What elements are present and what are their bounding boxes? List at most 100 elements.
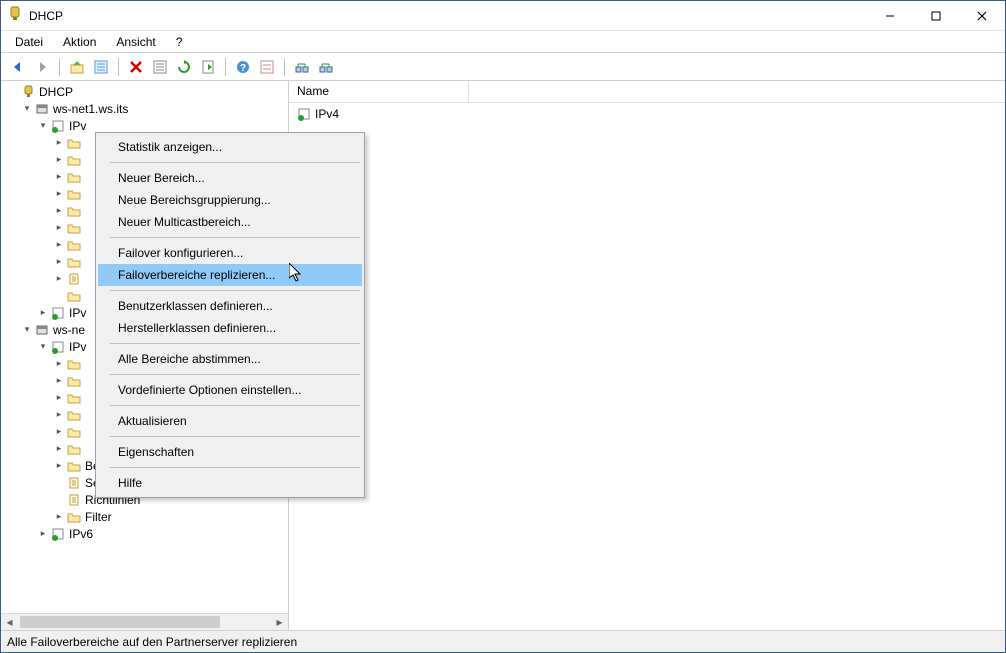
context-menu-separator <box>110 467 360 468</box>
expander-icon[interactable]: ▸ <box>53 256 65 268</box>
expander-icon[interactable]: ▸ <box>53 171 65 183</box>
context-menu-item[interactable]: Vordefinierte Optionen einstellen... <box>98 379 362 401</box>
statusbar: Alle Failoverbereiche auf den Partnerser… <box>1 630 1005 652</box>
menu-datei[interactable]: Datei <box>7 33 51 51</box>
list-button[interactable] <box>149 56 171 78</box>
context-menu-item[interactable]: Neuer Bereich... <box>98 167 362 189</box>
tree-protocol[interactable]: ▸ IPv6 <box>3 525 288 542</box>
back-button[interactable] <box>7 56 29 78</box>
list-header: Name <box>289 81 1005 103</box>
menu-aktion[interactable]: Aktion <box>55 33 104 51</box>
menu-help[interactable]: ? <box>168 33 191 51</box>
tree-item[interactable]: ▸ Filter <box>3 508 288 525</box>
expander-icon[interactable]: ▸ <box>53 426 65 438</box>
scroll-thumb[interactable] <box>20 616 220 628</box>
delete-button[interactable] <box>125 56 147 78</box>
expander-icon <box>53 290 65 302</box>
context-menu-item[interactable]: Aktualisieren <box>98 410 362 432</box>
context-menu-item[interactable]: Neue Bereichsgruppierung... <box>98 189 362 211</box>
menu-ansicht[interactable]: Ansicht <box>108 33 163 51</box>
expander-icon[interactable]: ▸ <box>37 528 49 540</box>
ipv4-icon <box>297 107 311 121</box>
options-button[interactable] <box>256 56 278 78</box>
expander-icon[interactable]: ▸ <box>53 460 65 472</box>
context-menu-item[interactable]: Statistik anzeigen... <box>98 136 362 158</box>
tree-hscrollbar[interactable]: ◂ ▸ <box>1 613 288 630</box>
window: DHCP Datei Aktion Ansicht ? <box>0 0 1006 653</box>
expander-icon[interactable]: ▸ <box>53 409 65 421</box>
scroll-left-icon[interactable]: ◂ <box>1 614 18 630</box>
context-menu-item[interactable]: Failoverbereiche replizieren... <box>98 264 362 286</box>
context-menu-separator <box>110 237 360 238</box>
help-button[interactable]: ? <box>232 56 254 78</box>
context-menu-item[interactable]: Alle Bereiche abstimmen... <box>98 348 362 370</box>
tree-root[interactable]: DHCP <box>3 83 288 100</box>
tree-server[interactable]: ▾ws-net1.ws.its <box>3 100 288 117</box>
forward-button[interactable] <box>31 56 53 78</box>
tree-node-label: IPv6 <box>69 527 93 541</box>
expander-icon[interactable]: ▸ <box>53 511 65 523</box>
server1-button[interactable] <box>291 56 313 78</box>
tree-node-icon <box>67 357 81 371</box>
expander-icon[interactable]: ▸ <box>53 188 65 200</box>
expander-icon[interactable]: ▾ <box>21 103 33 115</box>
context-menu-item[interactable]: Failover konfigurieren... <box>98 242 362 264</box>
context-menu-item[interactable]: Herstellerklassen definieren... <box>98 317 362 339</box>
expander-icon <box>7 86 19 98</box>
expander-icon[interactable]: ▸ <box>37 307 49 319</box>
tree-node-icon <box>21 85 35 99</box>
up-button[interactable] <box>66 56 88 78</box>
context-menu-item[interactable]: Neuer Multicastbereich... <box>98 211 362 233</box>
column-name[interactable]: Name <box>289 81 469 102</box>
context-menu-item[interactable]: Eigenschaften <box>98 441 362 463</box>
scroll-right-icon[interactable]: ▸ <box>271 614 288 630</box>
expander-icon[interactable]: ▸ <box>53 137 65 149</box>
context-menu-item[interactable]: Benutzerklassen definieren... <box>98 295 362 317</box>
refresh-button[interactable] <box>173 56 195 78</box>
list-body[interactable]: IPv4 <box>289 103 1005 630</box>
expander-icon[interactable]: ▸ <box>53 443 65 455</box>
tree-node-label: Filter <box>85 510 112 524</box>
context-menu-separator <box>110 436 360 437</box>
expander-icon[interactable]: ▾ <box>21 324 33 336</box>
expander-icon[interactable]: ▸ <box>53 222 65 234</box>
expander-icon <box>53 494 65 506</box>
expander-icon[interactable]: ▸ <box>53 154 65 166</box>
tree-node-icon <box>67 204 81 218</box>
context-menu-item[interactable]: Hilfe <box>98 472 362 494</box>
context-menu: Statistik anzeigen...Neuer Bereich...Neu… <box>95 132 365 498</box>
tree-node-icon <box>67 425 81 439</box>
list-item[interactable]: IPv4 <box>293 105 1001 122</box>
window-title: DHCP <box>29 9 63 23</box>
expander-icon[interactable]: ▾ <box>37 120 49 132</box>
tree-node-icon <box>67 170 81 184</box>
expander-icon[interactable]: ▸ <box>53 273 65 285</box>
expander-icon[interactable]: ▸ <box>53 358 65 370</box>
server2-button[interactable] <box>315 56 337 78</box>
tree-node-icon <box>51 527 65 541</box>
context-menu-separator <box>110 374 360 375</box>
expander-icon <box>53 477 65 489</box>
tree-node-label: IPv <box>69 306 86 320</box>
properties-button[interactable] <box>90 56 112 78</box>
tree-node-label: ws-ne <box>53 323 85 337</box>
close-button[interactable] <box>959 1 1005 30</box>
toolbar: ? <box>1 53 1005 81</box>
expander-icon[interactable]: ▸ <box>53 375 65 387</box>
status-text: Alle Failoverbereiche auf den Partnerser… <box>7 635 297 649</box>
tree-node-icon <box>67 255 81 269</box>
expander-icon[interactable]: ▸ <box>53 205 65 217</box>
tree-node-icon <box>67 459 81 473</box>
minimize-button[interactable] <box>867 1 913 30</box>
tree-node-icon <box>67 136 81 150</box>
expander-icon[interactable]: ▸ <box>53 239 65 251</box>
tree-node-icon <box>67 408 81 422</box>
tree-node-icon <box>67 476 81 490</box>
maximize-button[interactable] <box>913 1 959 30</box>
tree-node-icon <box>67 221 81 235</box>
tree-node-icon <box>67 493 81 507</box>
expander-icon[interactable]: ▸ <box>53 392 65 404</box>
export-button[interactable] <box>197 56 219 78</box>
expander-icon[interactable]: ▾ <box>37 341 49 353</box>
context-menu-separator <box>110 343 360 344</box>
